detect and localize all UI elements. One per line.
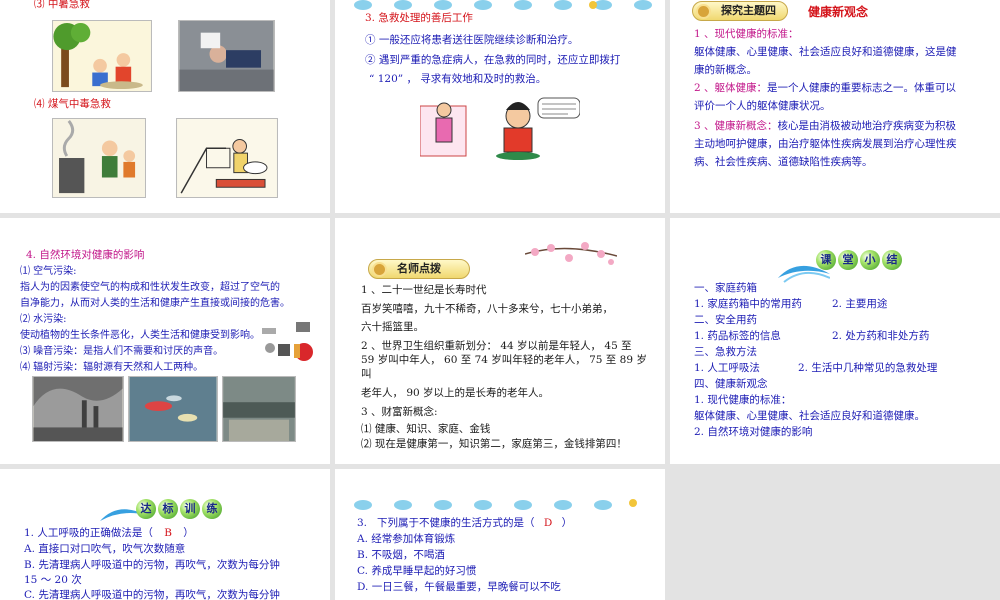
aftercare-line-2: ② 遇到严重的急症病人，在急救的同时，还应立即拨打 bbox=[365, 54, 621, 66]
question-1-answer: B bbox=[164, 527, 172, 539]
summary-bubble-3: 小 bbox=[860, 250, 880, 270]
heatstroke-illustration bbox=[52, 20, 152, 92]
practice-bubble-1: 达 bbox=[136, 499, 156, 519]
summary-bubble-1: 课 bbox=[816, 250, 836, 270]
question-3-text: 3. 下列属于不健康的生活方式的是（ bbox=[357, 517, 535, 529]
q3-option-d: D. 一日三餐，午餐最重要，早晚餐可以不吃 bbox=[357, 581, 561, 593]
env-line-3: 自净能力，从而对人类的生活和健康产生直接或间接的危害。 bbox=[20, 298, 290, 309]
new-concept-body-3: 病、社会性疾病、道德缺陷性疾病等。 bbox=[694, 156, 873, 168]
badge-explore-label: 探究主题四 bbox=[721, 4, 776, 17]
tips-line-3: 六十摇篮里。 bbox=[361, 321, 424, 333]
question-1-close: ） bbox=[183, 527, 194, 539]
tips-line-6: 叫 bbox=[361, 368, 372, 380]
slide-practice-1[interactable]: 达 标 训 练 1. 人工呼吸的正确做法是（ B ） A. 直接口对口吹气，吹气… bbox=[0, 469, 330, 600]
badge-circle-icon bbox=[372, 262, 387, 277]
env-line-4: ⑵ 水污染: bbox=[20, 314, 67, 325]
summary-line-3: 二、安全用药 bbox=[694, 314, 757, 326]
tips-line-5: 59 岁叫中年人， 60 至 74 岁叫年轻的老年人， 75 至 89 岁 bbox=[361, 354, 647, 366]
tips-line-8: 3 、财富新概念: bbox=[361, 406, 438, 418]
q1-option-c: C. 先清理病人呼吸道中的污物，再吹气，次数为每分钟 bbox=[24, 589, 280, 600]
water-pollution-photo bbox=[128, 376, 218, 442]
summary-line-9: 躯体健康、心里健康、社会适应良好和道德健康。 bbox=[694, 410, 925, 422]
summary-line-6b: 2. 生活中几种常见的急救处理 bbox=[798, 362, 938, 374]
new-concept-body: 核心是由消极被动地治疗疾病变为积极 bbox=[777, 120, 957, 132]
physical-health-heading: 2 、躯体健康： bbox=[694, 82, 768, 94]
question-1-text: 1. 人工呼吸的正确做法是（ bbox=[24, 527, 153, 539]
cloud-border-decoration bbox=[343, 499, 657, 511]
env-line-5: 使动植物的生长条件恶化，人类生活和健康受到影响。 bbox=[20, 330, 260, 341]
aftercare-line-3: “ 120” ， 寻求有效地和及时的救治。 bbox=[369, 73, 547, 85]
standard-heading: 1 、现代健康的标准： bbox=[694, 28, 799, 40]
summary-line-6a: 1. 人工呼吸法 bbox=[694, 362, 760, 374]
q1-option-a: A. 直接口对口吹气，吹气次数随意 bbox=[24, 543, 186, 555]
env-line-7: ⑷ 辐射污染：辐射源有天然和人工两种。 bbox=[20, 362, 204, 373]
health-concept-title: 健康新观念 bbox=[808, 5, 869, 19]
tips-line-1: 1 、二十一世纪是长寿时代 bbox=[361, 284, 487, 296]
slide-class-summary[interactable]: 课 堂 小 结 一、家庭药箱 1. 家庭药箱中的常用药 2. 主要用途 二、安全… bbox=[670, 218, 1000, 464]
badge-teacher-tips: 名师点拨 bbox=[368, 259, 470, 279]
gas-rescue-illustration bbox=[176, 118, 278, 198]
air-pollution-photo bbox=[32, 376, 124, 442]
new-concept-line: 3 、健康新概念：核心是由消极被动地治疗疾病变为积极 bbox=[694, 118, 956, 135]
badge-explore-topic-4: 探究主题四 bbox=[692, 1, 788, 21]
summary-line-2b: 2. 主要用途 bbox=[832, 298, 888, 310]
summary-line-4b: 2. 处方药和非处方药 bbox=[832, 330, 930, 342]
heading-environment: 4. 自然环境对健康的影响 bbox=[26, 249, 145, 261]
summary-bubble-4: 结 bbox=[882, 250, 902, 270]
tips-line-7: 老年人， 90 岁以上的是长寿的老年人。 bbox=[361, 387, 550, 399]
standard-body-1: 躯体健康、心里健康、社会适应良好和道德健康，这是健 bbox=[694, 46, 957, 58]
physical-health-body: 是一个人健康的重要标志之一。体重可以 bbox=[767, 82, 957, 94]
summary-title-bubbles: 课 堂 小 结 bbox=[816, 250, 902, 270]
gas-poisoning-illustration bbox=[52, 118, 146, 198]
standard-body-2: 康的新概念。 bbox=[694, 64, 757, 76]
practice-bubble-4: 练 bbox=[202, 499, 222, 519]
question-3-close: ） bbox=[561, 517, 573, 529]
heading-gas-poisoning: ⑷ 煤气中毒急救 bbox=[34, 98, 111, 110]
q3-option-c: C. 养成早睡早起的好习惯 bbox=[357, 565, 477, 577]
question-3: 3. 下列属于不健康的生活方式的是（ D ） bbox=[357, 515, 572, 532]
physical-health-body-2: 评价一个人的躯体健康状况。 bbox=[694, 100, 831, 112]
question-3-answer: D bbox=[543, 517, 553, 529]
summary-line-7: 四、健康新观念 bbox=[694, 378, 768, 390]
summary-line-2a: 1. 家庭药箱中的常用药 bbox=[694, 298, 802, 310]
slide-aftercare[interactable]: 3. 急救处理的善后工作 ① 一般还应将患者送往医院继续诊断和治疗。 ② 遇到严… bbox=[335, 0, 665, 213]
summary-line-10: 2. 自然环境对健康的影响 bbox=[694, 426, 813, 438]
emergency-call-illustration bbox=[420, 96, 580, 160]
new-concept-heading: 3 、健康新概念： bbox=[694, 120, 778, 132]
cherry-blossom-decoration bbox=[525, 242, 617, 265]
badge-teacher-label: 名师点拨 bbox=[397, 262, 441, 275]
heading-heatstroke: ⑶ 中暑急救 bbox=[34, 0, 90, 10]
slide-teacher-tips[interactable]: 名师点拨 1 、二十一世纪是长寿时代 百岁笑嘻嘻，九十不稀奇，八十多来兮，七十小… bbox=[335, 218, 665, 464]
summary-bubble-2: 堂 bbox=[838, 250, 858, 270]
practice-bubble-2: 标 bbox=[158, 499, 178, 519]
new-concept-body-2: 主动地呵护健康，由治疗躯体性疾病发展到治疗心理性疾 bbox=[694, 138, 957, 150]
noise-pollution-photo bbox=[222, 376, 296, 442]
summary-line-8: 1. 现代健康的标准： bbox=[694, 394, 792, 406]
heatstroke-photo bbox=[178, 20, 275, 92]
slide-practice-3[interactable]: 3. 下列属于不健康的生活方式的是（ D ） A. 经常参加体育锻炼 B. 不吸… bbox=[335, 469, 665, 600]
slide-health-concept[interactable]: 探究主题四 健康新观念 1 、现代健康的标准： 躯体健康、心里健康、社会适应良好… bbox=[670, 0, 1000, 213]
summary-line-5: 三、急救方法 bbox=[694, 346, 757, 358]
heading-aftercare: 3. 急救处理的善后工作 bbox=[365, 12, 473, 24]
question-1: 1. 人工呼吸的正确做法是（ B ） bbox=[24, 525, 194, 542]
practice-bubble-3: 训 bbox=[180, 499, 200, 519]
badge-circle-icon bbox=[696, 4, 711, 19]
env-line-6: ⑶ 噪音污染：是指人们不需要和讨厌的声音。 bbox=[20, 346, 224, 357]
q3-option-a: A. 经常参加体育锻炼 bbox=[357, 533, 456, 545]
env-line-1: ⑴ 空气污染: bbox=[20, 266, 77, 277]
pollution-icons bbox=[260, 320, 316, 364]
env-line-2: 指人为的因素使空气的构成和性状发生改变，超过了空气的 bbox=[20, 282, 280, 293]
practice-title-bubbles: 达 标 训 练 bbox=[136, 499, 222, 519]
tips-line-2: 百岁笑嘻嘻，九十不稀奇，八十多来兮，七十小弟弟， bbox=[361, 303, 613, 315]
slide-heatstroke-gas[interactable]: ⑶ 中暑急救 ⑷ 煤气中毒急救 bbox=[0, 0, 330, 213]
physical-health-line: 2 、躯体健康：是一个人健康的重要标志之一。体重可以 bbox=[694, 80, 956, 97]
summary-line-1: 一、家庭药箱 bbox=[694, 282, 757, 294]
aftercare-line-1: ① 一般还应将患者送往医院继续诊断和治疗。 bbox=[365, 34, 579, 46]
tips-line-10: ⑵ 现在是健康第一，知识第二，家庭第三，金钱排第四！ bbox=[361, 438, 627, 450]
q3-option-b: B. 不吸烟，不喝酒 bbox=[357, 549, 445, 561]
slide-environment[interactable]: 4. 自然环境对健康的影响 ⑴ 空气污染: 指人为的因素使空气的构成和性状发生改… bbox=[0, 218, 330, 464]
summary-line-4a: 1. 药品标签的信息 bbox=[694, 330, 781, 342]
